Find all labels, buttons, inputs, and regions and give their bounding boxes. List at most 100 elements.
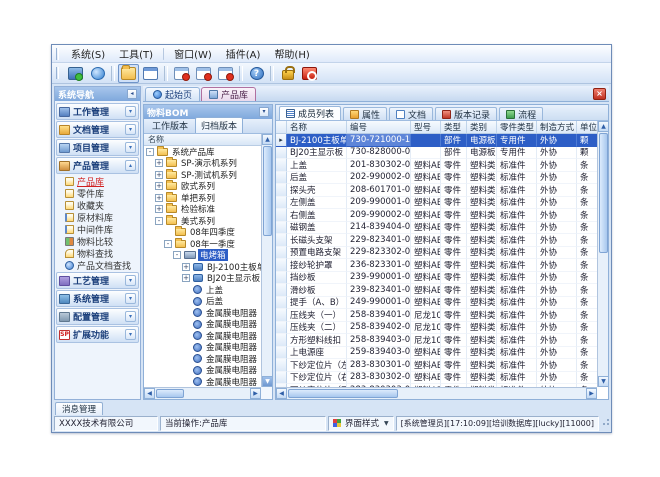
chevron-icon[interactable]: ▾ — [125, 106, 136, 117]
table-row[interactable]: BJ-2100主板单点 730-721000-12X 部件 电源板 专用件 外协… — [276, 134, 597, 147]
table-row[interactable]: 预置电路支架 229-823302-00X 塑料ABS 零件 塑料类 标准件 外… — [276, 247, 597, 260]
grid-horizontal-scrollbar[interactable]: ◀ ▶ — [276, 387, 597, 399]
menu-item[interactable]: 插件(A) — [219, 45, 268, 62]
ui-style-button[interactable]: 界面样式 ▼ — [328, 416, 394, 431]
tree-node[interactable]: + 检验标准 — [144, 204, 261, 216]
chevron-icon[interactable]: ▾ — [125, 311, 136, 322]
chevron-icon[interactable]: ▴ — [125, 160, 136, 171]
grid-column-header[interactable]: 编号 — [347, 121, 411, 134]
tree-node[interactable]: - 08年一季度 — [144, 238, 261, 250]
grid-column-header[interactable]: 零件类型 — [497, 121, 537, 134]
tree-node[interactable]: - 美式系列 — [144, 215, 261, 227]
table-row[interactable]: 上盖 201-830302-00X 塑料ABS 零件 塑料类 标准件 外协 条 — [276, 159, 597, 172]
tree-node[interactable]: + 欧式系列 — [144, 181, 261, 193]
scroll-up-arrow-icon[interactable]: ▲ — [262, 134, 273, 145]
grid-column-header[interactable]: 单位 — [577, 121, 597, 134]
sidebar-entry[interactable]: 配置管理 ▾ — [56, 308, 139, 325]
toolbar-button[interactable] — [193, 64, 214, 83]
tree-expander-icon[interactable]: + — [182, 274, 190, 282]
tree-expander-icon[interactable]: - — [155, 217, 163, 225]
toolbar-button[interactable] — [164, 66, 168, 81]
grid-column-header[interactable]: 名称 — [287, 121, 347, 134]
chevron-icon[interactable]: ▾ — [125, 293, 136, 304]
sidebar-entry[interactable]: 产品管理 ▴ — [56, 157, 139, 174]
chevron-icon[interactable]: ▾ — [125, 142, 136, 153]
table-row[interactable]: 滑纱板 239-823401-00X 塑料ABS 零件 塑料类 标准件 外协 条 — [276, 284, 597, 297]
tree-expander-icon[interactable]: + — [155, 194, 163, 202]
menu-item[interactable] — [163, 48, 164, 60]
sidebar-entry[interactable]: 中间件库 — [56, 223, 139, 235]
scroll-down-arrow-icon[interactable]: ▼ — [598, 376, 609, 387]
toolbar-button[interactable] — [140, 64, 161, 83]
scrollbar-thumb[interactable] — [156, 389, 184, 398]
grid-vertical-scrollbar[interactable]: ▲ ▼ — [597, 121, 608, 387]
tree-node[interactable]: 金属膜电阻器 — [144, 319, 261, 331]
chevron-icon[interactable]: ▾ — [125, 329, 136, 340]
tree-expander-icon[interactable]: + — [155, 182, 163, 190]
scroll-up-arrow-icon[interactable]: ▲ — [598, 121, 609, 132]
message-panel-tab[interactable]: 消息管理 — [55, 402, 103, 415]
tree-node[interactable]: + BJ-2100主板单点 — [144, 261, 261, 273]
tree-node[interactable]: 08年四季度 — [144, 227, 261, 239]
tree-expander-icon[interactable]: - — [146, 148, 154, 156]
sidebar-entry[interactable]: 系统管理 ▾ — [56, 290, 139, 307]
tree-expander-icon[interactable]: - — [173, 251, 181, 259]
tree-node[interactable]: 后盖 — [144, 296, 261, 308]
table-row[interactable]: 探头壳 208-601701-01X 塑料ABS 零件 塑料类 标准件 外协 条 — [276, 184, 597, 197]
scrollbar-thumb[interactable] — [263, 146, 272, 236]
document-tab[interactable]: 产品库 — [201, 87, 256, 101]
grid-column-header[interactable]: 类别 — [467, 121, 497, 134]
scroll-down-arrow-icon[interactable]: ▼ — [262, 376, 273, 387]
tree-expander-icon[interactable]: + — [155, 159, 163, 167]
menu-item[interactable]: 窗口(W) — [167, 45, 219, 62]
toolbar-button[interactable] — [87, 64, 108, 83]
tree-column-header[interactable]: 名称 — [144, 134, 272, 146]
sidebar-entry[interactable]: 产品库 — [56, 175, 139, 187]
sidebar-entry[interactable]: 物料比较 — [56, 235, 139, 247]
toolbar-button[interactable] — [277, 64, 298, 83]
tree-node[interactable]: - 系统产品库 — [144, 146, 261, 158]
tree-node[interactable]: + BJ20主显示板 — [144, 273, 261, 285]
tree-horizontal-scrollbar[interactable]: ◀ ▶ — [144, 387, 261, 399]
tree-node[interactable]: - 电烤箱 — [144, 250, 261, 262]
tree-node[interactable]: 金属膜电阻器 — [144, 365, 261, 377]
sidebar-entry[interactable]: 工艺管理 ▾ — [56, 272, 139, 289]
sidebar-entry[interactable]: 原材料库 — [56, 211, 139, 223]
table-row[interactable]: 方形塑料线扣 258-839403-00X 尼龙1010 零件 塑料类 标准件 … — [276, 334, 597, 347]
table-row[interactable]: 接纱轮护罩 236-823301-00X 塑料ABS 零件 塑料类 标准件 外协… — [276, 259, 597, 272]
tree-node[interactable]: 金属膜电阻器 — [144, 353, 261, 365]
menu-item[interactable]: 系统(S) — [64, 45, 112, 62]
table-row[interactable]: 提手（A、B） 249-990001-01X 塑料ABS 零件 塑料类 标准件 … — [276, 297, 597, 310]
bom-panel-pin-button[interactable]: ▾ — [259, 107, 269, 117]
sidebar-entry[interactable]: 零件库 — [56, 187, 139, 199]
table-row[interactable]: 长磁头支架 229-823401-00X 塑料ABS 零件 塑料类 标准件 外协… — [276, 234, 597, 247]
tree-node[interactable]: + 单把系列 — [144, 192, 261, 204]
scroll-left-arrow-icon[interactable]: ◀ — [144, 388, 155, 399]
tree-vertical-scrollbar[interactable]: ▲ ▼ — [261, 134, 272, 387]
tree-node[interactable]: 金属膜电阻器 — [144, 342, 261, 354]
table-row[interactable]: 左侧盖 209-990001-01X 塑料ABS 零件 塑料类 标准件 外协 条 — [276, 197, 597, 210]
close-tab-button[interactable]: × — [593, 88, 606, 100]
table-row[interactable]: 挡纱板 239-990001-01X 塑料ABS 零件 塑料类 标准件 外协 条 — [276, 272, 597, 285]
menu-item[interactable]: 工具(T) — [112, 45, 160, 62]
menubar-grip[interactable] — [56, 48, 59, 60]
member-tab[interactable]: 文档 — [389, 107, 433, 120]
tree-node[interactable]: 金属膜电阻器 — [144, 376, 261, 387]
sidebar-entry[interactable]: 产品文档查找 — [56, 259, 139, 271]
tree-expander-icon[interactable]: + — [155, 205, 163, 213]
scrollbar-thumb[interactable] — [599, 133, 608, 253]
scroll-right-arrow-icon[interactable]: ▶ — [586, 388, 597, 399]
member-tab[interactable]: 版本记录 — [435, 107, 497, 120]
scrollbar-thumb[interactable] — [288, 389, 398, 398]
toolbar-button[interactable] — [65, 64, 86, 83]
toolbar-button[interactable] — [111, 66, 115, 81]
sidebar-entry[interactable]: 工作管理 ▾ — [56, 103, 139, 120]
toolbar-button[interactable] — [118, 64, 139, 83]
table-row[interactable]: 后盖 202-990002-01X 塑料ABS 零件 塑料类 标准件 外协 条 — [276, 172, 597, 185]
table-row[interactable]: BJ20主显示板 730-828000-04X 部件 电源板 专用件 外协 颗 — [276, 147, 597, 160]
grid-column-header[interactable]: 类型 — [441, 121, 467, 134]
sidebar-entry[interactable]: 文档管理 ▾ — [56, 121, 139, 138]
table-row[interactable]: 下纱定位片（右） 283-830302-00X 塑料ABS 零件 塑料类 标准件… — [276, 372, 597, 385]
toolbar-button[interactable] — [171, 64, 192, 83]
toolbar-button[interactable] — [299, 64, 320, 83]
